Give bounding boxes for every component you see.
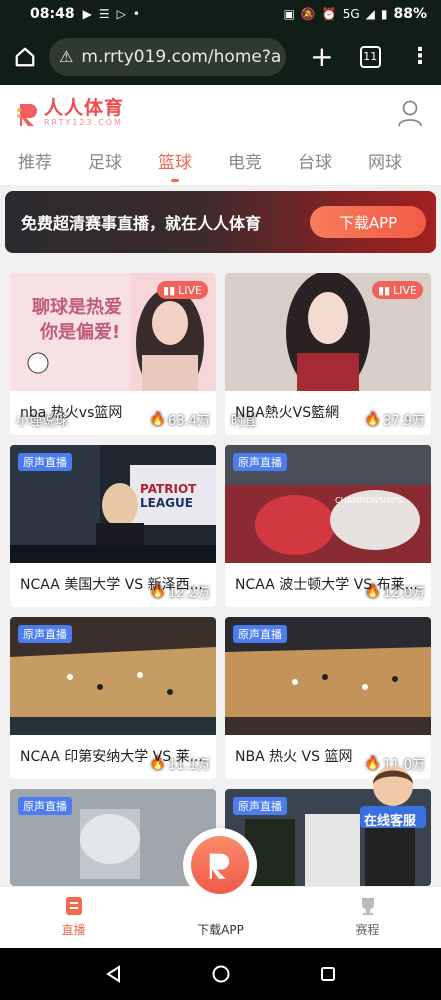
source-badge: 原声直播 (233, 453, 287, 471)
back-icon[interactable] (104, 964, 124, 984)
home-nav-icon[interactable] (211, 964, 231, 984)
download-banner[interactable]: 免费超清赛事直播，就在人人体育 下载APP (5, 191, 436, 253)
new-tab-icon[interactable]: + (310, 40, 333, 73)
tab-live[interactable]: 直播 (0, 887, 147, 948)
svg-text:聊球是热爱: 聊球是热爱 (32, 296, 122, 318)
banner-download-button[interactable]: 下载APP (310, 206, 426, 238)
logo-text-cn: 人人体育 (44, 97, 125, 119)
stream-title[interactable]: nba 热火vs篮网 (10, 391, 216, 435)
logo-icon[interactable] (16, 100, 40, 126)
tab-switcher-button[interactable]: 11 (359, 45, 381, 68)
svg-text:LEAGUE: LEAGUE (140, 496, 193, 510)
live-tab-icon (65, 897, 82, 915)
status-bar: 08:48 ▶ ☰ ▷ • ▣ 🔕 ⏰ 5G ◢ ▮ 88% (0, 0, 441, 28)
tab-live-label: 直播 (61, 923, 86, 937)
user-icon[interactable] (397, 99, 423, 127)
live-badge-label: LIVE (178, 283, 202, 297)
stream-card[interactable]: 原声直播 🔥 11.1万 NCAA 印第安纳大学 VS 莱... (10, 617, 216, 779)
stream-title[interactable]: NCAA 印第安纳大学 VS 莱... (10, 735, 216, 779)
url-text: m.rrty019.com/home?a (81, 46, 282, 67)
system-navigation-bar (0, 948, 441, 1000)
status-right: ▣ 🔕 ⏰ 5G ◢ ▮ 88% (283, 6, 427, 22)
stream-title[interactable]: NBA熱火VS籃網 (225, 391, 431, 435)
trophy-icon (361, 898, 374, 915)
tab-billiards[interactable]: 台球 (280, 140, 350, 186)
warning-icon[interactable]: ⚠ (59, 47, 73, 66)
customer-service-button[interactable]: 在线客服 (356, 760, 430, 832)
banner-text: 免费超清赛事直播，就在人人体育 (21, 214, 262, 233)
tab-schedule[interactable]: 赛程 (294, 887, 441, 948)
stream-card[interactable]: PATRIOT LEAGUE 原声直播 🔥 12.2万 NCAA 美国大学 VS … (10, 445, 216, 607)
battery-icon: ▮ (380, 7, 388, 21)
stream-card[interactable]: 原声直播 🔥 11.0万 NBA 热火 VS 篮网 (225, 617, 431, 779)
customer-service-label: 在线客服 (364, 814, 417, 829)
tab-download-label: 下载APP (197, 923, 244, 937)
browser-toolbar: ⚠ m.rrty019.com/home?a + 11 ⋮ (0, 28, 441, 85)
stream-card[interactable]: 聊球是热爱 你是偏爱! ▮▮ LIVE 小埋说球 🔥 63.4万 nba 热火vs… (10, 273, 216, 435)
home-icon[interactable] (10, 42, 39, 72)
source-badge: 原声直播 (18, 453, 72, 471)
app-logo-icon (191, 836, 249, 894)
live-badge-label: LIVE (393, 283, 417, 297)
status-time: 08:48 (30, 6, 75, 22)
notification-icons: ▶ ☰ ▷ • (83, 7, 140, 21)
tab-football[interactable]: 足球 (70, 140, 140, 186)
svg-text:PATRIOT: PATRIOT (140, 482, 197, 496)
email-icon: ☰ (98, 7, 110, 21)
youtube-icon: ▶ (82, 7, 92, 21)
menu-icon[interactable]: ⋮ (409, 44, 431, 69)
tab-tennis[interactable]: 网球 (350, 140, 420, 186)
tab-recommend[interactable]: 推荐 (0, 140, 70, 186)
source-badge: 原声直播 (18, 797, 72, 815)
logo-text-en: RRTY123.COM (44, 118, 123, 127)
signal-icon: ◢ (365, 7, 375, 21)
svg-text:CHAMPIONSHIPS: CHAMPIONSHIPS (335, 496, 402, 505)
battery-percent: 88% (393, 6, 427, 22)
tab-schedule-label: 赛程 (355, 923, 380, 937)
network-type: 5G (342, 7, 360, 21)
live-signal-icon: ▮▮ (163, 283, 176, 297)
logo[interactable]: 人人体育 RRTY123.COM (44, 98, 124, 127)
mute-icon: 🔕 (300, 7, 316, 21)
live-badge: ▮▮ LIVE (157, 281, 208, 299)
site-header: 人人体育 RRTY123.COM (0, 85, 441, 140)
tab-basketball[interactable]: 篮球 (140, 140, 210, 186)
url-bar[interactable]: ⚠ m.rrty019.com/home?a (49, 37, 287, 76)
live-signal-icon: ▮▮ (378, 283, 391, 297)
source-badge: 原声直播 (233, 797, 287, 815)
download-app-fab[interactable] (183, 828, 257, 902)
nfc-icon: ▣ (283, 7, 295, 21)
svg-text:你是偏爱!: 你是偏爱! (39, 321, 120, 343)
stream-title[interactable]: NCAA 波士顿大学 VS 布莱... (225, 563, 431, 607)
play-store-icon: ▷ (116, 7, 126, 21)
stream-card[interactable]: CHAMPIONSHIPS 原声直播 🔥 12.0万 NCAA 波士顿大学 VS … (225, 445, 431, 607)
source-badge: 原声直播 (233, 625, 287, 643)
stream-card[interactable]: ▮▮ LIVE 时宜 🔥 37.9万 NBA熱火VS籃網 (225, 273, 431, 435)
source-badge: 原声直播 (18, 625, 72, 643)
dot-icon: • (132, 7, 140, 21)
tab-esports[interactable]: 电竞 (210, 140, 280, 186)
live-badge: ▮▮ LIVE (372, 281, 423, 299)
recents-icon[interactable] (318, 964, 338, 984)
alarm-icon: ⏰ (321, 7, 337, 21)
stream-title[interactable]: NCAA 美国大学 VS 新泽西... (10, 563, 216, 607)
sport-tabs: 推荐 足球 篮球 电竞 台球 网球 (0, 140, 441, 186)
